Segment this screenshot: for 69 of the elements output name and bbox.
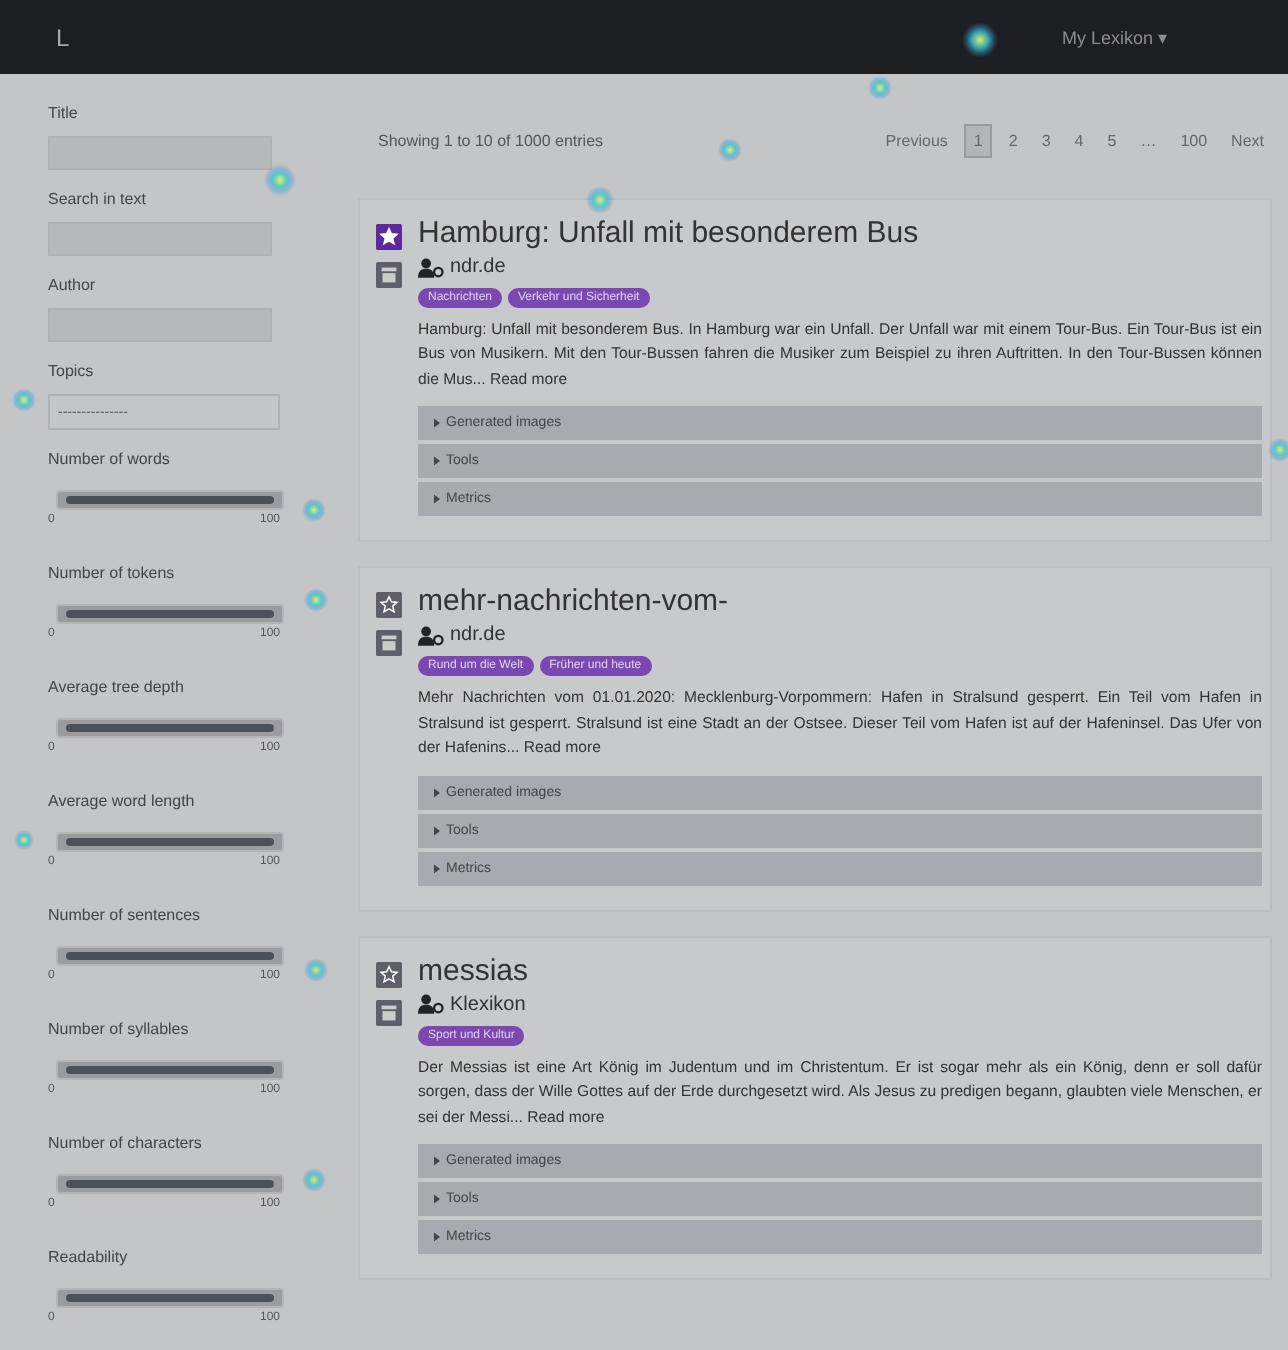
slider-track[interactable] (56, 1288, 284, 1308)
field-label: Title (48, 104, 78, 122)
slider-track[interactable] (56, 490, 284, 510)
heatmap-spot (962, 22, 998, 58)
field-label: Average tree depth (48, 678, 184, 696)
star-icon[interactable] (376, 592, 402, 619)
page-link[interactable]: 3 (1033, 126, 1059, 156)
user-icon (418, 994, 444, 1015)
user-menu[interactable]: My Lexikon ▾ (1061, 27, 1168, 47)
slider-track[interactable] (56, 604, 284, 624)
caret-icon (434, 418, 440, 429)
heatmap-spot (304, 958, 328, 982)
field-label: Topics (48, 362, 94, 380)
field-label: Number of characters (48, 1134, 202, 1152)
caret-icon (434, 1156, 440, 1167)
field-label: Number of tokens (48, 564, 175, 582)
entries-info: Showing 1 to 10 of 1000 entries (378, 132, 604, 150)
heatmap-spot (1268, 438, 1288, 462)
heatmap-spot (12, 388, 36, 412)
heatmap-spot (304, 588, 328, 612)
star-icon[interactable] (376, 224, 402, 250)
caret-icon (434, 1194, 440, 1205)
slider-track[interactable] (56, 832, 284, 852)
slider-track[interactable] (56, 1174, 284, 1194)
slider-track[interactable] (56, 1060, 284, 1080)
field-label: Author (48, 276, 96, 294)
page-link[interactable]: Next (1223, 126, 1272, 156)
heatmap-spot (302, 498, 326, 522)
field-label: Number of syllables (48, 1020, 189, 1038)
caret-icon (434, 1232, 440, 1243)
slider-track[interactable] (56, 946, 284, 966)
article-title[interactable]: mehr-nachrichten-vom- (418, 584, 729, 619)
page-link[interactable]: 100 (1172, 126, 1216, 156)
page-link[interactable]: 4 (1066, 126, 1092, 156)
caret-icon (434, 494, 440, 505)
author-name: Klexikon (450, 993, 526, 1016)
page-link[interactable]: 2 (1000, 126, 1026, 156)
article-title[interactable]: Hamburg: Unfall mit besonderem Bus (418, 216, 919, 250)
user-icon (418, 257, 444, 277)
field-label: Search in text (48, 190, 146, 208)
archive-icon[interactable] (376, 999, 402, 1026)
input-field[interactable] (48, 136, 272, 170)
field-label: Number of sentences (48, 906, 201, 924)
archive-icon[interactable] (376, 262, 402, 288)
page-link[interactable]: 5 (1099, 126, 1125, 156)
author-name: ndr.de (450, 256, 506, 278)
brand-logo[interactable]: L (56, 23, 70, 51)
heatmap-spot (264, 164, 296, 196)
article-title[interactable]: messias (418, 953, 529, 988)
caret-icon (434, 825, 440, 836)
slider-track[interactable] (56, 718, 284, 738)
field-label: Readability (48, 1248, 128, 1266)
archive-icon[interactable] (376, 630, 402, 657)
heatmap-spot (586, 186, 614, 214)
user-icon (418, 625, 444, 646)
caret-icon (434, 456, 440, 467)
heatmap-spot (868, 76, 892, 100)
caret-icon (434, 787, 440, 798)
heatmap-spot (14, 830, 34, 850)
star-icon[interactable] (376, 961, 402, 988)
page-link[interactable]: Previous (877, 126, 956, 156)
field-label: Average word length (48, 792, 195, 810)
field-label: Number of words (48, 450, 170, 468)
caret-icon (434, 863, 440, 874)
page-link[interactable]: … (1132, 126, 1165, 156)
heatmap-spot (302, 1168, 326, 1192)
page-link[interactable]: 1 (963, 124, 993, 158)
heatmap-spot (718, 138, 742, 162)
author-name: ndr.de (450, 624, 506, 647)
